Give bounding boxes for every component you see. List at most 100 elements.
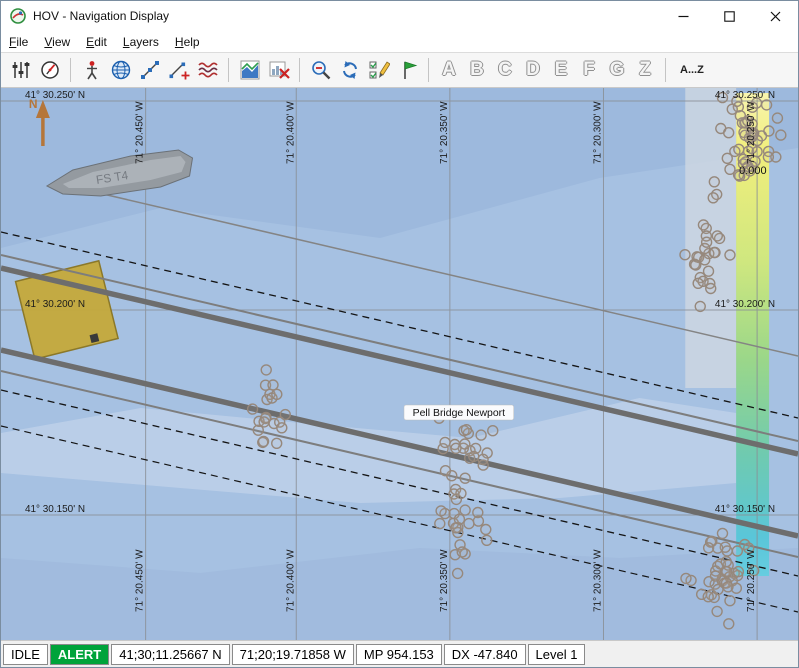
contact-circle[interactable] xyxy=(272,438,282,448)
contact-circle[interactable] xyxy=(272,389,282,399)
contact-circle[interactable] xyxy=(704,266,714,276)
contact-circle[interactable] xyxy=(460,439,470,449)
contact-circle[interactable] xyxy=(460,505,470,515)
contact-circle[interactable] xyxy=(482,535,492,545)
menu-file[interactable]: File xyxy=(1,33,36,51)
contact-circle[interactable] xyxy=(725,250,735,260)
contact-circle[interactable] xyxy=(457,547,467,557)
contact-circle[interactable] xyxy=(464,519,474,529)
letter-button-z[interactable]: Z xyxy=(632,56,658,84)
globe-button[interactable] xyxy=(107,56,134,84)
contact-circle[interactable] xyxy=(461,425,471,435)
contact-circle[interactable] xyxy=(268,380,278,390)
contact-circle[interactable] xyxy=(453,568,463,578)
letter-button-a[interactable]: A xyxy=(436,56,462,84)
contact-circle[interactable] xyxy=(440,466,450,476)
contact-circle[interactable] xyxy=(712,231,722,241)
contact-circle[interactable] xyxy=(440,437,450,447)
contact-circle[interactable] xyxy=(695,301,705,311)
contact-circle[interactable] xyxy=(732,546,742,556)
contact-circle[interactable] xyxy=(763,152,773,162)
contact-circle[interactable] xyxy=(721,557,731,567)
letter-range-button[interactable]: A...Z xyxy=(673,56,711,84)
filters-button[interactable] xyxy=(7,56,34,84)
contact-circle[interactable] xyxy=(481,525,491,535)
contact-circle[interactable] xyxy=(733,567,743,577)
flag-button[interactable] xyxy=(394,56,421,84)
chart-delete-button[interactable] xyxy=(265,56,292,84)
menu-help[interactable]: Help xyxy=(167,33,208,51)
contact-circle[interactable] xyxy=(713,543,723,553)
letter-button-g[interactable]: G xyxy=(604,56,630,84)
polyline-button[interactable] xyxy=(136,56,163,84)
minimize-button[interactable] xyxy=(660,1,706,31)
contact-circle[interactable] xyxy=(680,250,690,260)
contact-circle[interactable] xyxy=(725,596,735,606)
contact-circle[interactable] xyxy=(700,255,710,265)
contact-circle[interactable] xyxy=(718,528,728,538)
contact-circle[interactable] xyxy=(725,164,735,174)
contact-circle[interactable] xyxy=(693,278,703,288)
contact-circle[interactable] xyxy=(724,619,734,629)
contact-circle[interactable] xyxy=(691,260,701,270)
letter-button-e[interactable]: E xyxy=(548,56,574,84)
contact-circle[interactable] xyxy=(772,113,782,123)
contact-circle[interactable] xyxy=(703,592,713,602)
contact-circle[interactable] xyxy=(451,523,461,533)
contact-circle[interactable] xyxy=(460,473,470,483)
title-bar[interactable]: HOV - Navigation Display xyxy=(1,1,798,31)
contact-circle[interactable] xyxy=(734,144,744,154)
contact-circle[interactable] xyxy=(702,237,712,247)
maximize-button[interactable] xyxy=(706,1,752,31)
contact-circle[interactable] xyxy=(709,248,719,258)
contact-circle[interactable] xyxy=(723,582,733,592)
contact-circle[interactable] xyxy=(706,284,716,294)
contact-circle[interactable] xyxy=(712,606,722,616)
contact-circle[interactable] xyxy=(259,417,269,427)
contact-circle[interactable] xyxy=(469,451,479,461)
contact-circle[interactable] xyxy=(436,506,446,516)
nav-chart[interactable]: FS T4 N 41° 30.250' N 41° 30.250' N 41° … xyxy=(1,88,798,640)
contact-circle[interactable] xyxy=(473,508,483,518)
person-marker-button[interactable] xyxy=(78,56,105,84)
contact-circle[interactable] xyxy=(248,404,258,414)
contact-circle[interactable] xyxy=(735,111,745,121)
contact-circle[interactable] xyxy=(261,365,271,375)
letter-button-c[interactable]: C xyxy=(492,56,518,84)
contact-circle[interactable] xyxy=(722,567,732,577)
contact-circle[interactable] xyxy=(280,410,290,420)
compass-button[interactable] xyxy=(36,56,63,84)
letter-button-f[interactable]: F xyxy=(576,56,602,84)
polyline-add-button[interactable] xyxy=(165,56,192,84)
close-button[interactable] xyxy=(752,1,798,31)
contact-circle[interactable] xyxy=(476,430,486,440)
contact-circle[interactable] xyxy=(456,488,466,498)
letter-button-b[interactable]: B xyxy=(464,56,490,84)
contact-circle[interactable] xyxy=(488,426,498,436)
refresh-button[interactable] xyxy=(336,56,363,84)
contact-circle[interactable] xyxy=(709,177,719,187)
contact-circle[interactable] xyxy=(277,423,287,433)
menu-edit[interactable]: Edit xyxy=(78,33,115,51)
contact-circle[interactable] xyxy=(708,193,718,203)
contact-circle[interactable] xyxy=(724,128,734,138)
currents-button[interactable] xyxy=(194,56,221,84)
zoom-out-button[interactable] xyxy=(307,56,334,84)
edit-checklist-button[interactable] xyxy=(365,56,392,84)
menu-layers[interactable]: Layers xyxy=(115,33,167,51)
contact-circle[interactable] xyxy=(722,153,732,163)
contact-circle[interactable] xyxy=(435,519,445,529)
contact-circle[interactable] xyxy=(764,126,774,136)
contact-circle[interactable] xyxy=(711,571,721,581)
letter-button-d[interactable]: D xyxy=(520,56,546,84)
map-area[interactable]: FS T4 N 41° 30.250' N 41° 30.250' N 41° … xyxy=(1,88,798,640)
contact-circle[interactable] xyxy=(478,454,488,464)
contact-circle[interactable] xyxy=(762,100,772,110)
contact-circle[interactable] xyxy=(681,573,691,583)
contact-circle[interactable] xyxy=(259,436,269,446)
area-chart-button[interactable] xyxy=(236,56,263,84)
contact-circle[interactable] xyxy=(698,220,708,230)
menu-view[interactable]: View xyxy=(36,33,78,51)
maximize-icon xyxy=(724,11,735,22)
contact-circle[interactable] xyxy=(776,130,786,140)
